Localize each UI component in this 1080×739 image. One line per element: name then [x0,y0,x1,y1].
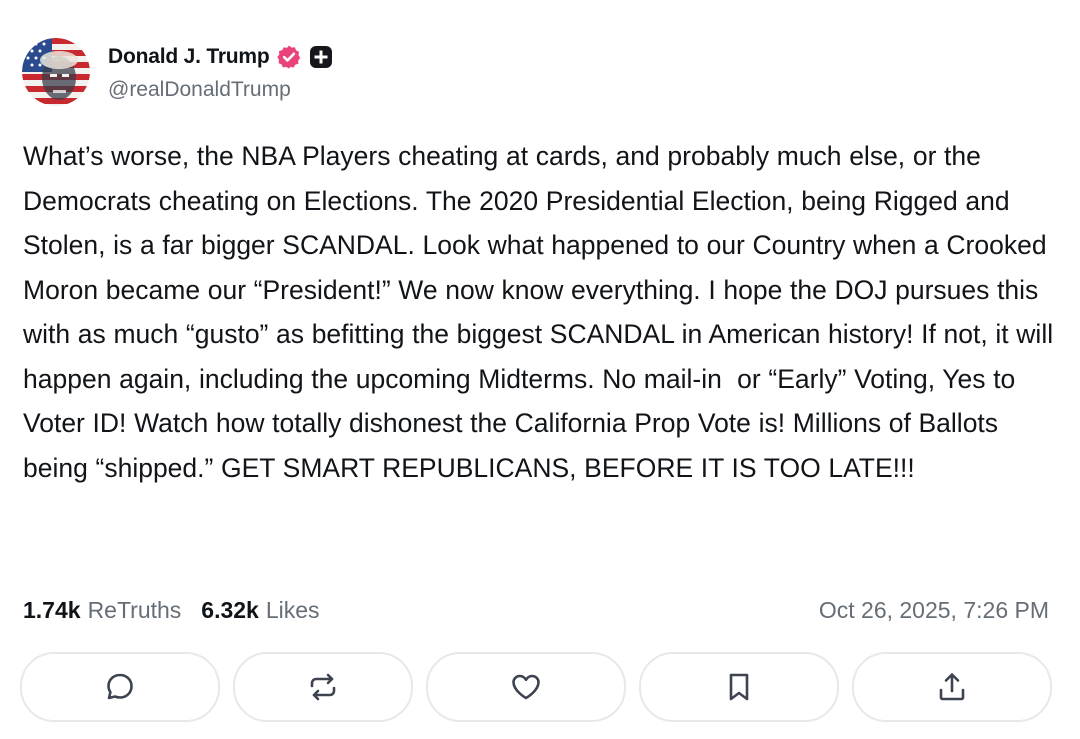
like-button[interactable] [426,652,626,722]
post-body-text: What’s worse, the NBA Players cheating a… [23,141,1061,483]
author-handle[interactable]: @realDonaldTrump [108,78,291,102]
action-bar [20,652,1052,722]
share-icon [939,673,965,701]
verified-badge-icon [276,44,302,70]
author-display-name[interactable]: Donald J. Trump [108,45,270,69]
bookmark-icon [729,673,749,701]
heart-icon [512,674,540,700]
post-timestamp[interactable]: Oct 26, 2025, 7:26 PM [819,594,1049,626]
likes-label: Likes [265,596,320,623]
post-stats: 1.74k ReTruths 6.32k Likes [23,594,340,626]
reply-button[interactable] [20,652,220,722]
likes-stat[interactable]: 6.32k Likes [201,597,319,624]
plus-badge-icon [308,44,334,70]
retruth-button[interactable] [233,652,413,722]
comment-icon [107,673,133,700]
retruths-label: ReTruths [87,596,182,623]
author-name-row: Donald J. Trump [108,42,334,72]
likes-count: 6.32k [201,596,259,623]
author-avatar[interactable] [22,38,90,106]
flag-portrait-avatar-icon [22,38,90,106]
retruths-count: 1.74k [23,596,81,623]
post-card: Donald J. Trump @realDonaldTrump What’s … [0,0,1080,739]
retruths-stat[interactable]: 1.74k ReTruths [23,597,181,624]
share-button[interactable] [852,652,1052,722]
repost-icon [310,673,336,701]
bookmark-button[interactable] [639,652,839,722]
